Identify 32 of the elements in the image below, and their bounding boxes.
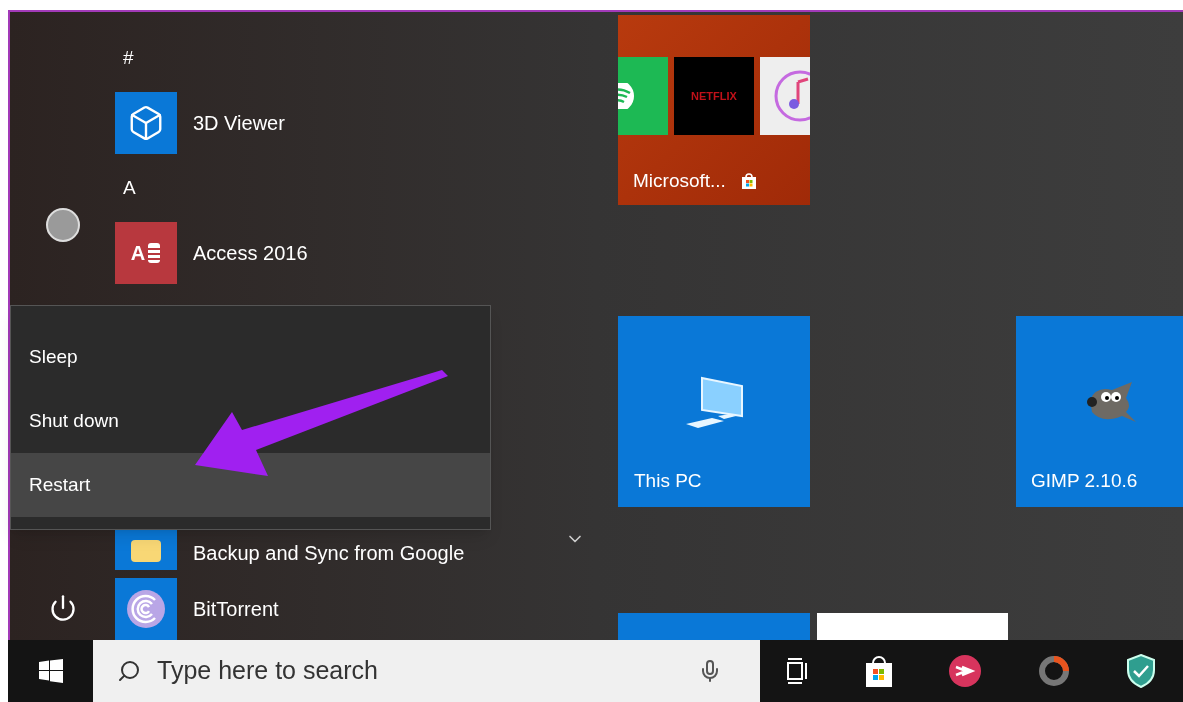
netflix-logo: NETFLIX (691, 88, 737, 104)
ring-icon[interactable] (1037, 654, 1072, 688)
group-header[interactable]: A (123, 173, 136, 203)
menu-item[interactable]: Sleep (11, 325, 490, 389)
chevron-circle-icon[interactable] (948, 654, 983, 688)
tile-label: This PC (634, 468, 703, 493)
music-note-icon (760, 57, 810, 135)
group-header[interactable]: # (123, 43, 134, 73)
cube-icon (115, 92, 177, 154)
menu-item[interactable]: Restart (11, 453, 490, 517)
app-list-item[interactable]: A Access 2016 (115, 222, 615, 284)
this-pc-tile[interactable]: This PC (618, 316, 810, 507)
app-tile[interactable] (817, 613, 1008, 640)
database-icon: A (115, 222, 177, 284)
menu-item[interactable]: Shut down (11, 389, 490, 453)
tile-label: GIMP 2.10.6 (1031, 468, 1139, 493)
avatar[interactable] (45, 208, 80, 242)
task-view-icon[interactable] (787, 658, 810, 684)
store-tile[interactable]: NETFLIX Microsoft... (618, 15, 810, 205)
power-icon[interactable] (48, 594, 77, 622)
tile-label: Microsoft... (633, 168, 726, 193)
swirl-icon (115, 578, 177, 640)
windows-logo-icon[interactable] (38, 659, 63, 683)
app-tile[interactable] (618, 613, 810, 640)
app-list-item[interactable]: 3D Viewer (115, 92, 615, 154)
gimp-tile[interactable]: GIMP 2.10.6 (1016, 316, 1183, 507)
app-list-item[interactable]: BitTorrent (115, 578, 279, 640)
shopping-bag-icon (739, 171, 758, 190)
search-icon (117, 659, 141, 683)
shield-icon[interactable] (1125, 654, 1156, 688)
search-field[interactable]: Type here to search (93, 640, 760, 702)
shopping-bag-icon[interactable] (863, 654, 894, 688)
